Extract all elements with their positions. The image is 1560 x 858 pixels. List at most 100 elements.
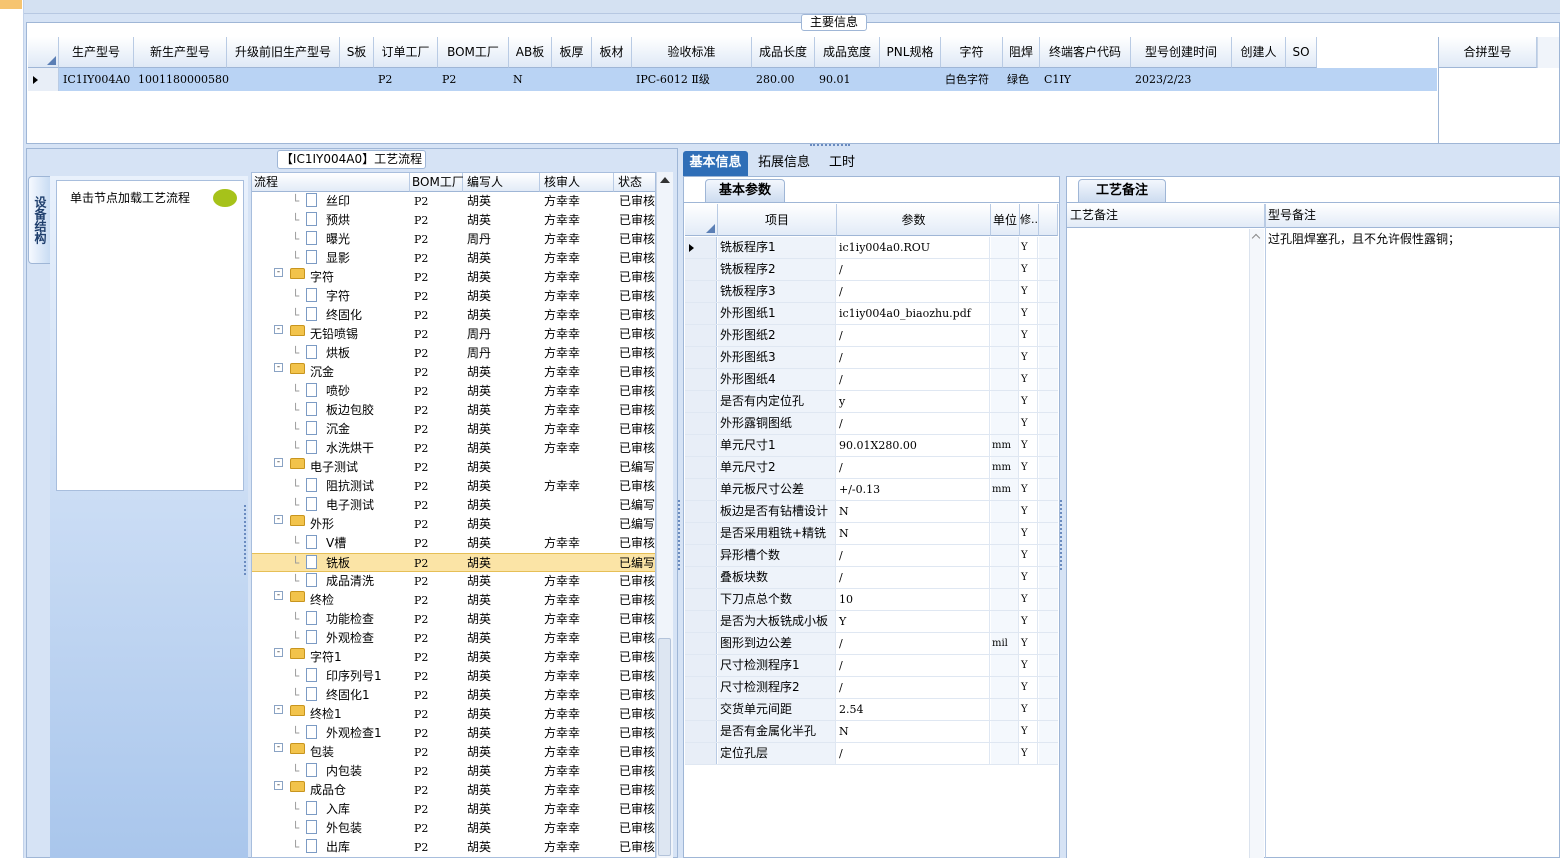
param-row-selector[interactable] [685,699,717,720]
param-row-selector[interactable] [685,479,717,500]
param-row-selector[interactable] [685,413,717,434]
top-col-12[interactable]: 成品宽度 [815,37,880,68]
flow-row[interactable]: └ 板边包胶 P2 胡英 方幸幸 已审核 [252,401,655,420]
param-value[interactable]: / [837,743,990,764]
flow-row[interactable]: └ 外包装 P2 胡英 方幸幸 已审核 [252,819,655,838]
param-row-selector[interactable] [685,655,717,676]
param-row-selector[interactable] [685,545,717,566]
param-row-selector[interactable] [685,325,717,346]
flow-row[interactable]: └ 阻抗测试 P2 胡英 方幸幸 已审核 [252,477,655,496]
param-value[interactable]: +/-0.13 [837,479,990,500]
param-row-selector[interactable] [685,567,717,588]
param-value[interactable]: / [837,259,990,280]
top-col-6[interactable]: BOM工厂 [438,37,509,68]
nav-box[interactable]: 单击节点加载工艺流程 [56,180,244,491]
param-row[interactable]: 定位孔层 / Y [685,743,1058,765]
param-row-selector[interactable] [685,259,717,280]
top-cell-14[interactable]: 白色字符 [945,69,1005,90]
param-row[interactable]: 是否采用粗铣+精铣 N Y [685,523,1058,545]
col-flow[interactable]: 流程 [252,173,410,192]
param-row[interactable]: 外形露铜图纸 / Y [685,413,1058,435]
param-value[interactable]: / [837,369,990,390]
flow-row[interactable]: - 无铅喷锡 P2 周丹 方幸幸 已审核 [252,325,655,344]
tab-extended-info[interactable]: 拓展信息 [752,151,816,176]
model-note-text[interactable]: 过孔阻焊塞孔，且不允许假性露铜； [1268,230,1460,247]
process-note-scroll-up-icon[interactable] [1251,233,1261,243]
flow-row[interactable]: └ 铣板 P2 胡英 已编写 [252,553,655,572]
flow-row[interactable]: └ 印序列号1 P2 胡英 方幸幸 已审核 [252,667,655,686]
flow-row[interactable]: └ 外观检查 P2 胡英 方幸幸 已审核 [252,629,655,648]
flow-row[interactable]: - 沉金 P2 胡英 方幸幸 已审核 [252,363,655,382]
param-value[interactable]: 10 [837,589,990,610]
top-cell-12[interactable]: 90.01 [819,69,882,90]
param-row[interactable]: 叠板块数 / Y [685,567,1058,589]
param-row[interactable]: 尺寸检测程序2/ Y [685,677,1058,699]
flow-row[interactable]: └ 丝印 P2 胡英 方幸幸 已审核 [252,192,655,211]
param-row-selector[interactable] [685,303,717,324]
top-cell-16[interactable]: C1IY [1044,69,1133,90]
process-note-text[interactable] [1067,229,1249,858]
param-value[interactable]: 90.01X280.00 [837,435,990,456]
param-row[interactable]: 尺寸检测程序1/ Y [685,655,1058,677]
top-col-19[interactable]: SO [1286,37,1317,68]
top-col-2[interactable]: 新生产型号 [134,37,227,68]
param-row-selector[interactable] [685,633,717,654]
flow-row[interactable]: - 包装 P2 胡英 方幸幸 已审核 [252,743,655,762]
param-value[interactable]: / [837,655,990,676]
param-value[interactable]: / [837,633,990,654]
param-row[interactable]: 单元板尺寸公差 +/-0.13 mm Y [685,479,1058,501]
param-row[interactable]: 板边是否有钻槽设计 N Y [685,501,1058,523]
param-row[interactable]: 是否为大板铣成小板 Y Y [685,611,1058,633]
flow-row[interactable]: └ 曝光 P2 周丹 方幸幸 已审核 [252,230,655,249]
flow-row[interactable]: └ 终固化1 P2 胡英 方幸幸 已审核 [252,686,655,705]
top-col-16[interactable]: 终端客户代码 [1040,37,1131,68]
param-value[interactable]: / [837,281,990,302]
param-row[interactable]: 铣板程序3/ Y [685,281,1058,303]
param-row[interactable]: 单元尺寸1 90.01X280.00 mm Y [685,435,1058,457]
param-value[interactable]: N [837,721,990,742]
top-col-18[interactable]: 创建人 [1232,37,1286,68]
top-col-9[interactable]: 板材 [592,37,632,68]
flow-row[interactable]: └ 喷砂 P2 胡英 方幸幸 已审核 [252,382,655,401]
param-row-selector[interactable] [685,501,717,522]
flow-row[interactable]: └ 烘板 P2 周丹 方幸幸 已审核 [252,344,655,363]
params-col-unit[interactable]: 单位 [991,204,1020,236]
param-row[interactable]: 图形到边公差 / mil Y [685,633,1058,655]
flow-row[interactable]: └ 外观检查1 P2 胡英 方幸幸 已审核 [252,724,655,743]
flow-row[interactable]: └ 水洗烘干 P2 胡英 方幸幸 已审核 [252,439,655,458]
top-col-14[interactable]: 字符 [941,37,1003,68]
param-row[interactable]: 铣板程序1 ic1iy004a0.ROU Y [685,237,1058,259]
param-row-selector[interactable] [685,457,717,478]
col-reviewer[interactable]: 核审人 [540,173,614,192]
flow-row[interactable]: └ 入库 P2 胡英 方幸幸 已审核 [252,800,655,819]
param-row[interactable]: 外形图纸3/ Y [685,347,1058,369]
param-value[interactable]: / [837,457,990,478]
param-row-selector[interactable] [685,347,717,368]
param-value[interactable]: / [837,545,990,566]
param-row[interactable]: 异形槽个数 / Y [685,545,1058,567]
splitter-handle[interactable] [810,144,850,148]
params-col-item[interactable]: 项目 [718,204,837,236]
param-row[interactable]: 外形图纸2/ Y [685,325,1058,347]
top-col-8[interactable]: 板厚 [552,37,592,68]
param-row-selector[interactable] [685,589,717,610]
flow-row[interactable]: └ 内包装 P2 胡英 方幸幸 已审核 [252,762,655,781]
flow-row[interactable]: └ 显影 P2 胡英 方幸幸 已审核 [252,249,655,268]
top-cell-11[interactable]: 280.00 [756,69,817,90]
top-col-4[interactable]: S板 [340,37,374,68]
flow-row[interactable]: └ 出库 P2 胡英 方幸幸 已审核 [252,838,655,857]
top-cell-10[interactable]: IPC-6012 Ⅱ级 [636,69,754,90]
top-col-13[interactable]: PNL规格 [880,37,941,68]
param-row[interactable]: 外形图纸1 ic1iy004a0_biaozhu.pdf Y [685,303,1058,325]
tab-basic-info[interactable]: 基本信息 [683,151,748,176]
param-value[interactable]: y [837,391,990,412]
param-value[interactable]: N [837,523,990,544]
top-col-1[interactable]: 生产型号 [59,37,134,68]
flow-row[interactable]: └ V槽 P2 胡英 方幸幸 已审核 [252,534,655,553]
right-splitter[interactable] [1060,500,1063,570]
col-editor[interactable]: 编写人 [463,173,540,192]
col-status[interactable]: 状态 [614,173,655,192]
flow-row[interactable]: - 终检 P2 胡英 方幸幸 已审核 [252,591,655,610]
param-row[interactable]: 是否有金属化半孔 N Y [685,721,1058,743]
param-value[interactable]: / [837,413,990,434]
